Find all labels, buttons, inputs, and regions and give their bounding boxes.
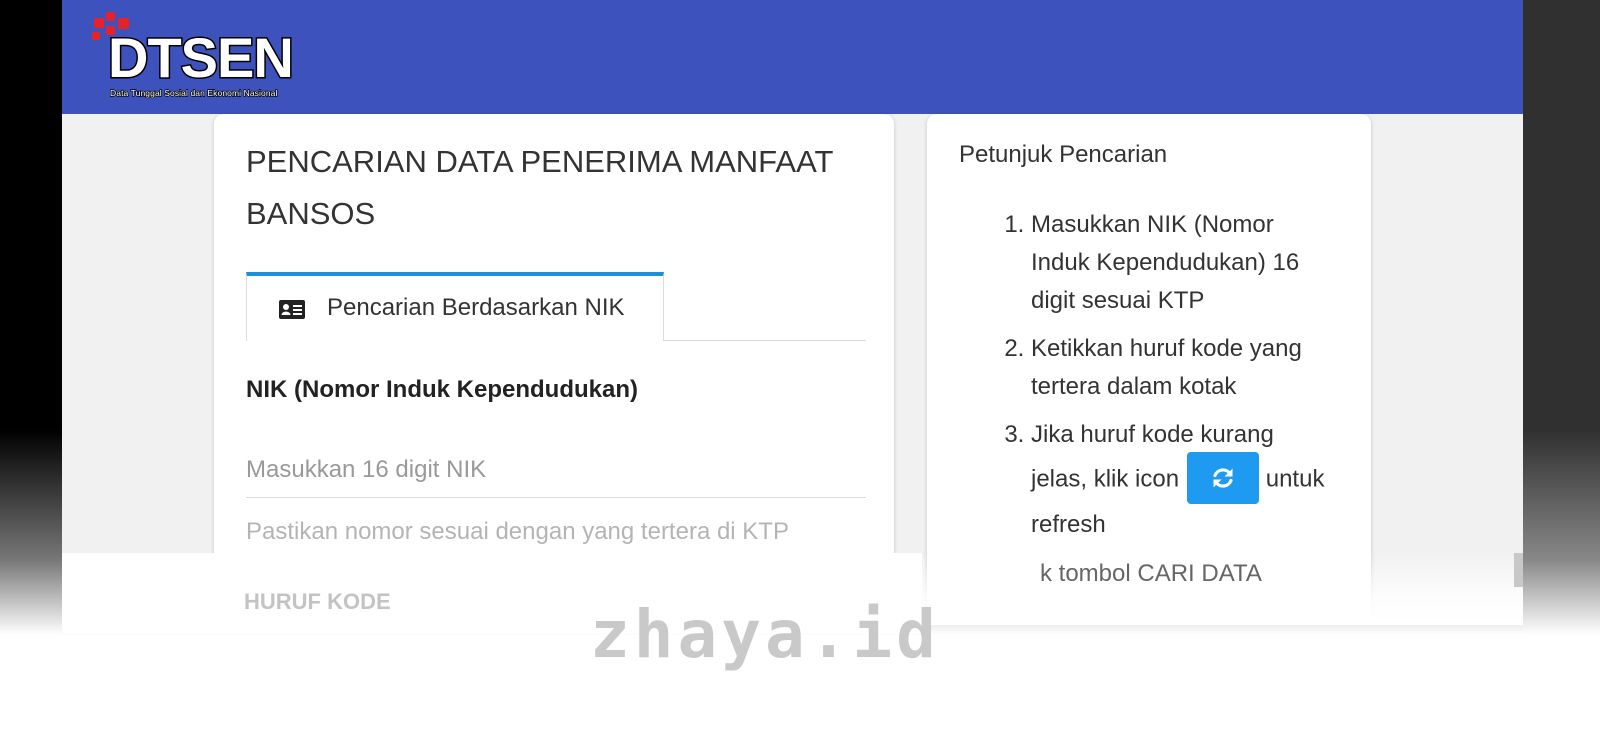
page-title: PENCARIAN DATA PENERIMA MANFAAT BANSOS <box>246 144 833 231</box>
site-header: DTSEN Data Tunggal Sosial dan Ekonomi Na… <box>62 0 1523 114</box>
guide-steps: Masukkan NIK (Nomor Induk Kependudukan) … <box>959 206 1329 554</box>
refresh-icon <box>1213 468 1233 488</box>
guide-step-2: Ketikkan huruf kode yang tertera dalam k… <box>1031 330 1329 406</box>
search-card: PENCARIAN DATA PENERIMA MANFAAT BANSOS P… <box>214 114 894 625</box>
guide-step-1: Masukkan NIK (Nomor Induk Kependudukan) … <box>1031 206 1329 320</box>
tab-search-by-nik[interactable]: Pencarian Berdasarkan NIK <box>246 272 664 341</box>
guide-card: Petunjuk Pencarian Masukkan NIK (Nomor I… <box>927 114 1371 625</box>
kode-label: HURUF KODE <box>244 589 391 614</box>
refresh-button[interactable] <box>1187 452 1260 504</box>
id-card-icon <box>279 300 305 319</box>
scrollbar-thumb[interactable] <box>1514 553 1523 587</box>
guide-step-4-partial: k tombol CARI DATA <box>1040 560 1262 587</box>
dtsen-logo[interactable]: DTSEN Data Tunggal Sosial dan Ekonomi Na… <box>92 12 302 102</box>
logo-tagline: Data Tunggal Sosial dan Ekonomi Nasional <box>109 87 278 98</box>
page: DTSEN Data Tunggal Sosial dan Ekonomi Na… <box>62 0 1523 625</box>
nik-input[interactable] <box>246 442 866 498</box>
guide-title: Petunjuk Pencarian <box>959 141 1168 168</box>
guide-step-3: Jika huruf kode kurang jelas, klik icon … <box>1031 416 1329 544</box>
tab-label: Pencarian Berdasarkan NIK <box>327 294 625 321</box>
watermark-text: zhaya.id <box>590 596 940 673</box>
nik-label: NIK (Nomor Induk Kependudukan) <box>246 376 638 403</box>
nik-hint: Pastikan nomor sesuai dengan yang terter… <box>246 518 789 545</box>
side-bar <box>1523 0 1600 731</box>
logo-wordmark: DTSEN <box>107 26 296 89</box>
